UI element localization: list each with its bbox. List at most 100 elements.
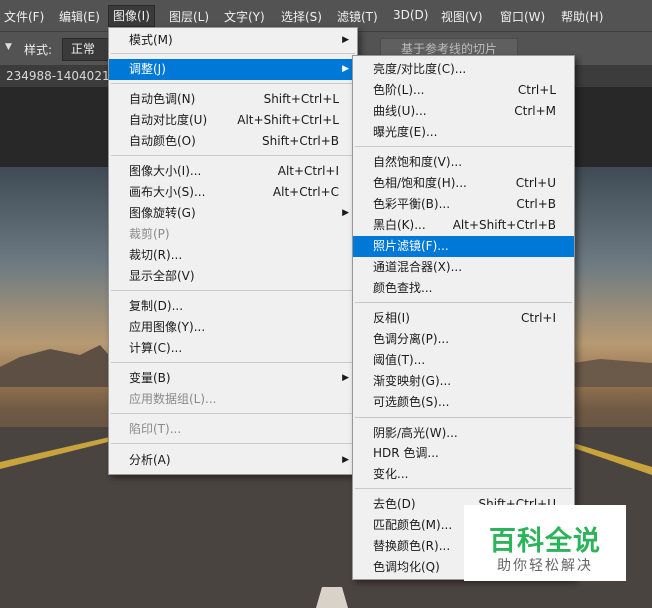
image-menu-item: 陷印(T)... — [109, 419, 357, 440]
image-menu-item-shortcut: Alt+Shift+Ctrl+L — [237, 113, 339, 127]
adjust-menu-item-label: 亮度/对比度(C)... — [373, 62, 467, 76]
image-menu-item-shortcut: Alt+Ctrl+I — [277, 164, 339, 178]
image-menu-item-label: 自动色调(N) — [129, 92, 196, 106]
image-menu-item-label: 分析(A) — [129, 453, 171, 467]
tool-dropdown-icon[interactable]: ▼ — [5, 42, 12, 52]
image-menu-item-label: 显示全部(V) — [129, 269, 195, 283]
adjust-menu-item-label: 阈值(T)... — [373, 353, 426, 367]
menu-separator — [111, 362, 355, 363]
image-menu-item[interactable]: 复制(D)... — [109, 296, 357, 317]
submenu-arrow-icon: ▶ — [342, 64, 349, 74]
image-menu-item[interactable]: 自动颜色(O) Shift+Ctrl+B — [109, 131, 357, 152]
menu-3d[interactable]: 3D(D) — [393, 8, 428, 22]
adjust-menu-item[interactable]: 亮度/对比度(C)... — [353, 59, 574, 80]
menu-select[interactable]: 选择(S) — [281, 8, 322, 25]
style-value: 正常 — [71, 42, 96, 56]
image-menu-item[interactable]: 图像旋转(G) ▶ — [109, 203, 357, 224]
image-menu-item[interactable]: 模式(M) ▶ — [109, 30, 357, 51]
image-menu-item[interactable]: 计算(C)... — [109, 338, 357, 359]
menu-help[interactable]: 帮助(H) — [561, 8, 603, 25]
image-menu-item-label: 复制(D)... — [129, 299, 184, 313]
image-menu-item[interactable]: 显示全部(V) — [109, 266, 357, 287]
image-menu-item: 裁剪(P) — [109, 224, 357, 245]
adjust-menu-item[interactable]: 照片滤镜(F)... — [353, 236, 574, 257]
menu-filter[interactable]: 滤镜(T) — [337, 8, 378, 25]
image-menu-item-shortcut: Shift+Ctrl+L — [263, 92, 339, 106]
adjust-menu-item-label: 匹配颜色(M)... — [373, 518, 453, 532]
adjust-menu-item[interactable]: 色调分离(P)... — [353, 329, 574, 350]
submenu-arrow-icon: ▶ — [342, 35, 349, 45]
watermark: 百科全说 助你轻松解决 — [464, 505, 626, 581]
adjust-menu-item-label: 色调均化(Q) — [373, 560, 440, 574]
adjust-menu-item[interactable]: 自然饱和度(V)... — [353, 152, 574, 173]
adjust-menu-item-label: 曲线(U)... — [373, 104, 427, 118]
menu-separator — [111, 83, 355, 84]
menu-separator — [355, 146, 572, 147]
adjust-menu-item-label: 照片滤镜(F)... — [373, 239, 449, 253]
submenu-arrow-icon: ▶ — [342, 373, 349, 383]
guides-slice-label: 基于参考线的切片 — [400, 42, 497, 56]
adjust-menu-item[interactable]: 曝光度(E)... — [353, 122, 574, 143]
adjust-menu-item-shortcut: Alt+Shift+Ctrl+B — [452, 218, 556, 232]
adjust-menu-item-label: 色彩平衡(B)... — [373, 197, 451, 211]
image-menu-item[interactable]: 变量(B) ▶ — [109, 368, 357, 389]
image-menu-item-label: 图像大小(I)... — [129, 164, 202, 178]
menu-type[interactable]: 文字(Y) — [224, 8, 265, 25]
adjust-menu-item[interactable]: 通道混合器(X)... — [353, 257, 574, 278]
adjust-menu-item-label: 自然饱和度(V)... — [373, 155, 463, 169]
menu-separator — [111, 443, 355, 444]
image-menu-item[interactable]: 裁切(R)... — [109, 245, 357, 266]
document-tab[interactable]: 234988-14040219 — [6, 69, 117, 83]
adjust-menu-item[interactable]: 色相/饱和度(H)... Ctrl+U — [353, 173, 574, 194]
menu-separator — [111, 155, 355, 156]
adjust-menu-item-shortcut: Ctrl+M — [514, 104, 556, 118]
image-menu-item-label: 画布大小(S)... — [129, 185, 206, 199]
adjust-menu-item[interactable]: 黑白(K)... Alt+Shift+Ctrl+B — [353, 215, 574, 236]
submenu-arrow-icon: ▶ — [342, 208, 349, 218]
image-menu-item[interactable]: 画布大小(S)... Alt+Ctrl+C — [109, 182, 357, 203]
adjust-menu-item[interactable]: 阴影/高光(W)... — [353, 423, 574, 444]
menu-layer[interactable]: 图层(L) — [169, 8, 209, 25]
image-menu-item-label: 裁剪(P) — [129, 227, 170, 241]
image-menu-item[interactable]: 自动对比度(U) Alt+Shift+Ctrl+L — [109, 110, 357, 131]
adjust-menu-item[interactable]: 可选颜色(S)... — [353, 392, 574, 413]
menu-file[interactable]: 文件(F) — [4, 8, 44, 25]
adjust-menu-item-label: 色阶(L)... — [373, 83, 425, 97]
image-menu-item[interactable]: 图像大小(I)... Alt+Ctrl+I — [109, 161, 357, 182]
image-menu-item: 应用数据组(L)... — [109, 389, 357, 410]
image-menu-item-shortcut: Shift+Ctrl+B — [262, 134, 339, 148]
menu-separator — [355, 488, 572, 489]
adjust-menu-item[interactable]: 反相(I) Ctrl+I — [353, 308, 574, 329]
adjust-menu-item[interactable]: 色彩平衡(B)... Ctrl+B — [353, 194, 574, 215]
adjust-menu-item[interactable]: 渐变映射(G)... — [353, 371, 574, 392]
adjust-menu-item[interactable]: 曲线(U)... Ctrl+M — [353, 101, 574, 122]
menu-window[interactable]: 窗口(W) — [500, 8, 545, 25]
adjust-menu-item[interactable]: HDR 色调... — [353, 443, 574, 464]
image-menu-item-label: 自动颜色(O) — [129, 134, 196, 148]
adjust-menu-item[interactable]: 变化... — [353, 464, 574, 485]
image-menu-item[interactable]: 应用图像(Y)... — [109, 317, 357, 338]
adjust-menu-item[interactable]: 阈值(T)... — [353, 350, 574, 371]
style-label: 样式: — [24, 43, 53, 57]
menu-view[interactable]: 视图(V) — [441, 8, 483, 25]
image-menu-item-label: 变量(B) — [129, 371, 171, 385]
adjust-menu-item-label: 黑白(K)... — [373, 218, 426, 232]
adjust-menu-item[interactable]: 颜色查找... — [353, 278, 574, 299]
adjust-menu-item-label: 曝光度(E)... — [373, 125, 438, 139]
image-menu-item[interactable]: 调整(J) ▶ — [109, 59, 357, 80]
image-menu-item-label: 模式(M) — [129, 33, 173, 47]
adjust-menu-item-label: 颜色查找... — [373, 281, 433, 295]
menu-image[interactable]: 图像(I) — [108, 5, 155, 27]
adjust-menu-item-label: 可选颜色(S)... — [373, 395, 450, 409]
adjust-menu-item-shortcut: Ctrl+I — [521, 311, 556, 325]
image-menu-item[interactable]: 分析(A) ▶ — [109, 450, 357, 471]
adjust-menu-item-shortcut: Ctrl+B — [516, 197, 556, 211]
image-menu-item-label: 图像旋转(G) — [129, 206, 196, 220]
menu-edit[interactable]: 编辑(E) — [59, 8, 100, 25]
adjust-menu-item[interactable]: 色阶(L)... Ctrl+L — [353, 80, 574, 101]
menu-separator — [111, 290, 355, 291]
watermark-subtitle: 助你轻松解决 — [497, 558, 593, 574]
adjust-menu-item-label: 替换颜色(R)... — [373, 539, 451, 553]
menu-separator — [355, 417, 572, 418]
image-menu-item[interactable]: 自动色调(N) Shift+Ctrl+L — [109, 89, 357, 110]
